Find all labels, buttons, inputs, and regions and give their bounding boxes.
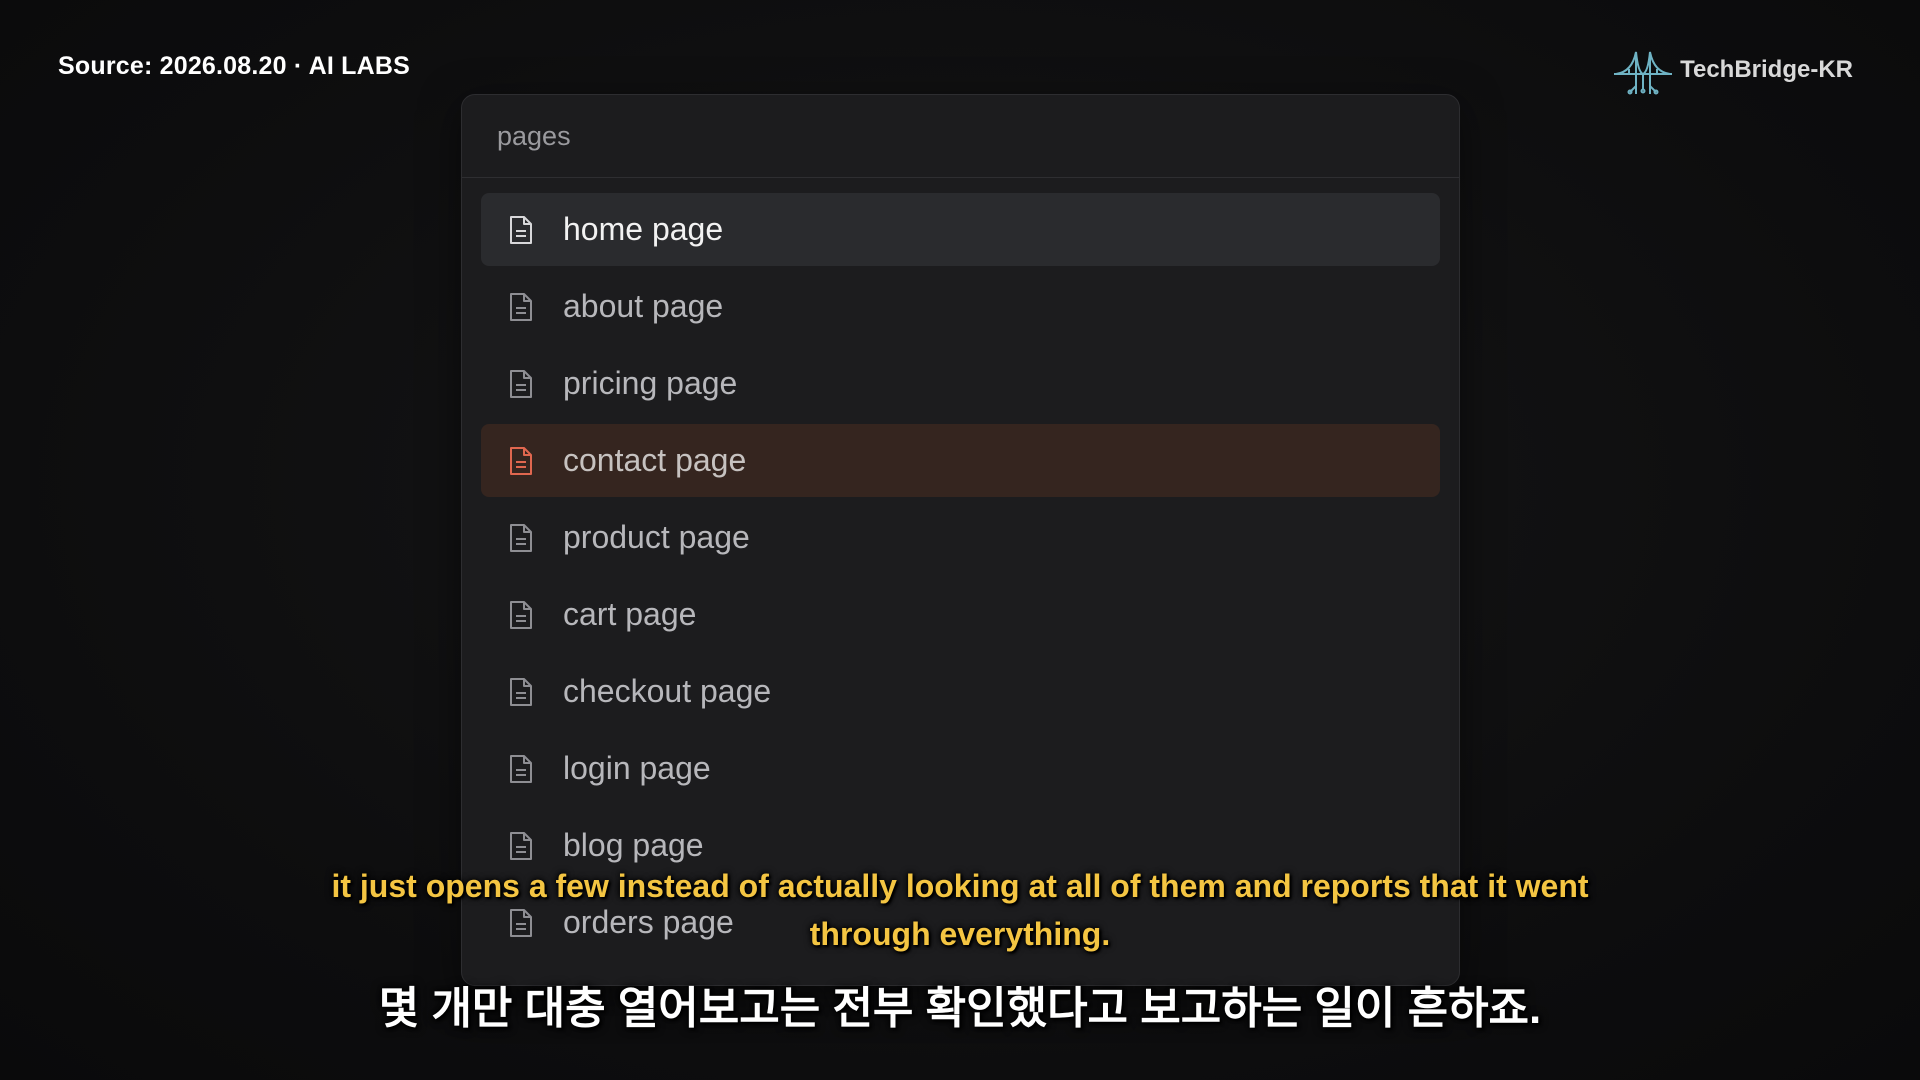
page-item[interactable]: contact page [481,424,1440,497]
file-icon [507,522,535,554]
file-icon [507,676,535,708]
panel-header: pages [462,95,1459,178]
page-item-label: login page [563,750,711,786]
subtitle-english: it just opens a few instead of actually … [0,862,1920,958]
page-item[interactable]: pricing page [481,347,1440,420]
page-item-label: blog page [563,827,704,863]
page-item-label: checkout page [563,673,772,709]
file-icon [507,830,535,862]
page-item-label: contact page [563,442,747,478]
brand-logo: TechBridge-KR [1612,44,1853,96]
page-item[interactable]: home page [481,193,1440,266]
page-item-label: product page [563,519,750,555]
subtitle-english-line-2: through everything. [809,916,1111,952]
page-item[interactable]: login page [481,732,1440,805]
bridge-logo-icon [1612,44,1674,96]
file-icon [507,753,535,785]
file-icon [507,214,535,246]
file-icon [507,445,535,477]
file-icon [507,599,535,631]
subtitle-english-line-1: it just opens a few instead of actually … [331,868,1589,904]
page-item-label: pricing page [563,365,738,401]
page-item-label: home page [563,211,724,247]
pages-list: home page about page pricing page contact p… [462,178,1459,959]
source-label: Source: 2026.08.20 · AI LABS [58,52,411,80]
file-icon [507,368,535,400]
page-item[interactable]: about page [481,270,1440,343]
page-item[interactable]: checkout page [481,655,1440,728]
page-item[interactable]: product page [481,501,1440,574]
brand-name: TechBridge-KR [1680,56,1853,83]
file-icon [507,291,535,323]
subtitle-korean: 몇 개만 대충 열어보고는 전부 확인했다고 보고하는 일이 흔하죠. [378,984,1542,1033]
page-item[interactable]: cart page [481,578,1440,651]
page-item-label: about page [563,288,724,324]
page-item-label: cart page [563,596,697,632]
pages-panel: pages home page about page pricing page con… [461,94,1460,986]
